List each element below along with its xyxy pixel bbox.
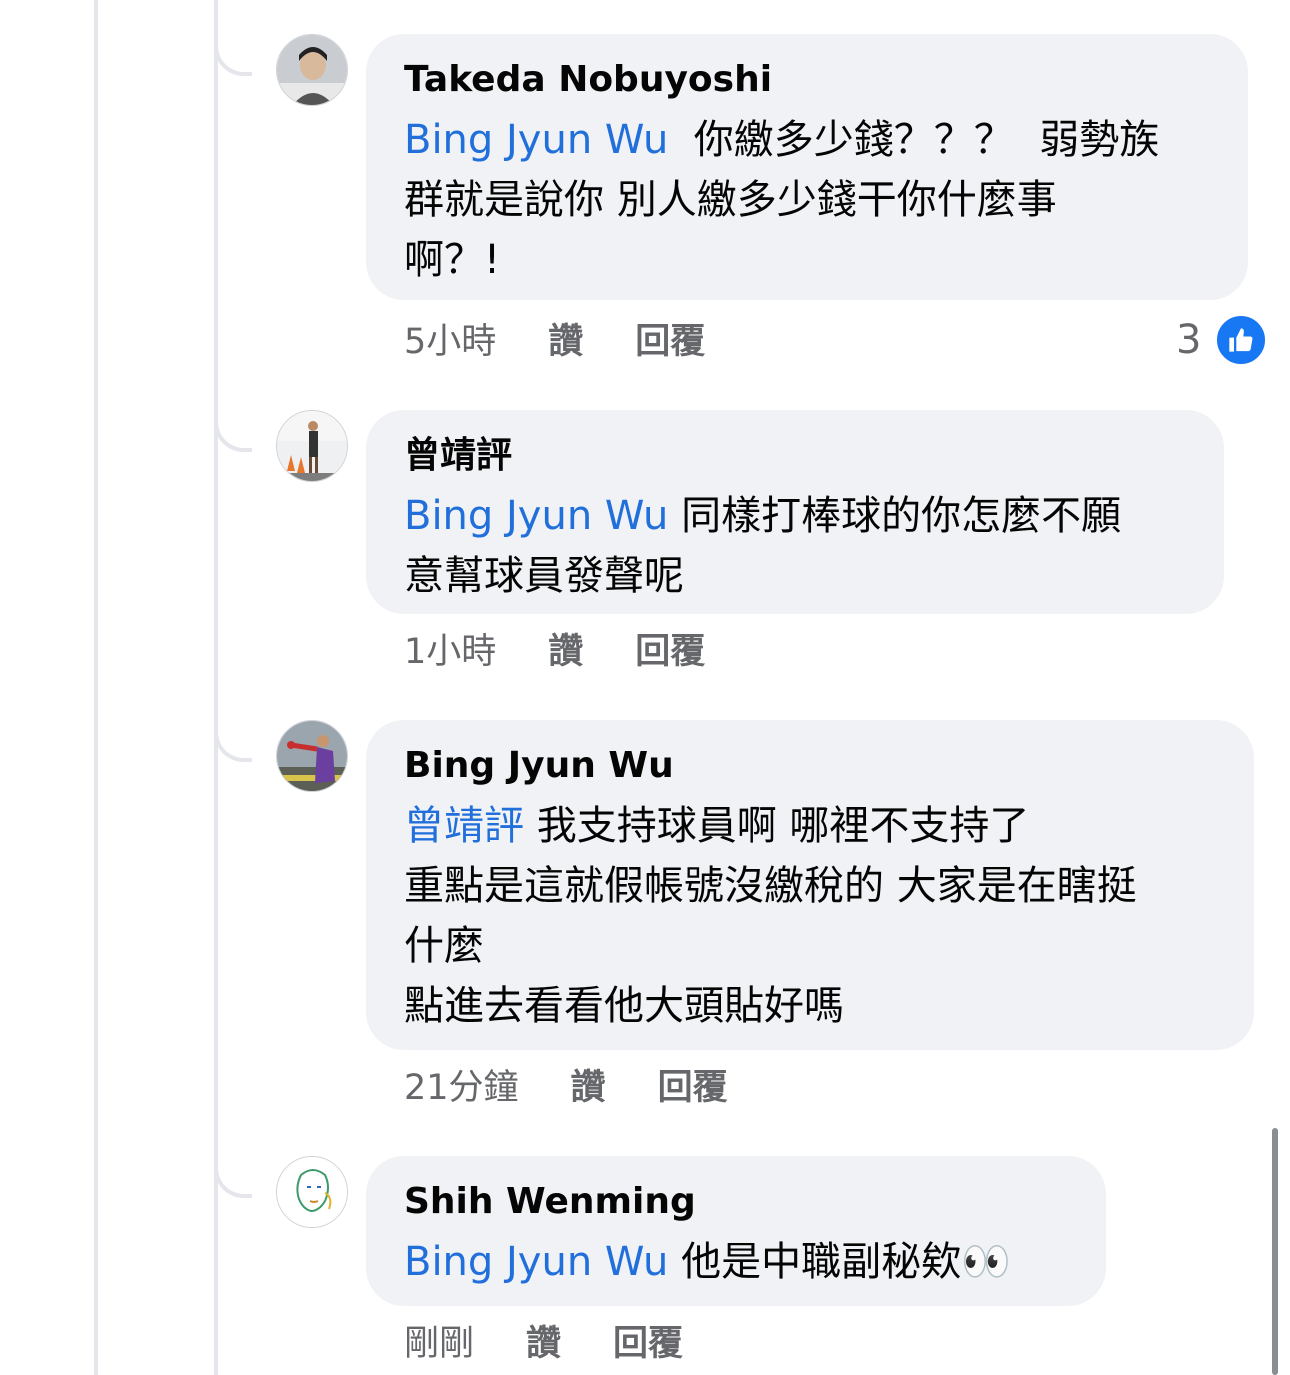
reply-button[interactable]: 回覆 (658, 1066, 728, 1110)
comment-text: Bing Jyun Wu 你繳多少錢？？？ 弱勢族 群就是說你 別人繳多少錢干你… (404, 110, 1210, 290)
mention-link[interactable]: 曾靖評 (404, 803, 524, 849)
comment-bubble: Shih Wenming Bing Jyun Wu 他是中職副秘欸👀 (366, 1156, 1106, 1306)
comment-time[interactable]: 21分鐘 (404, 1066, 519, 1110)
comment-actions: 21分鐘 讚 回覆 (404, 1066, 728, 1110)
reply-button[interactable]: 回覆 (635, 320, 705, 364)
reply-connector (214, 1156, 252, 1198)
reaction-summary[interactable]: 3 (1176, 314, 1268, 366)
comment-bubble: 曾靖評 Bing Jyun Wu 同樣打棒球的你怎麼不願 意幫球員發聲呢 (366, 410, 1224, 614)
reply-connector (214, 720, 252, 762)
thread-line-outer (94, 0, 98, 1375)
reply-connector (214, 410, 252, 452)
reply-connector (214, 34, 252, 76)
avatar[interactable] (276, 720, 348, 792)
mention-link[interactable]: Bing Jyun Wu (404, 1239, 668, 1285)
comment-author[interactable]: 曾靖評 (404, 432, 1186, 480)
avatar[interactable] (276, 410, 348, 482)
comment-actions: 5小時 讚 回覆 (404, 320, 705, 364)
like-button[interactable]: 讚 (548, 320, 583, 364)
avatar[interactable] (276, 1156, 348, 1228)
reply-button[interactable]: 回覆 (635, 630, 705, 674)
comment-actions: 1小時 讚 回覆 (404, 630, 705, 674)
comment-text: Bing Jyun Wu 他是中職副秘欸👀 (404, 1232, 1068, 1292)
comment-bubble: Takeda Nobuyoshi Bing Jyun Wu 你繳多少錢？？？ 弱… (366, 34, 1248, 300)
scrollbar[interactable] (1272, 1128, 1278, 1375)
mention-link[interactable]: Bing Jyun Wu (404, 117, 668, 163)
like-button[interactable]: 讚 (526, 1322, 561, 1366)
comment-time[interactable]: 5小時 (404, 320, 496, 364)
reply-button[interactable]: 回覆 (613, 1322, 683, 1366)
comment-bubble: Bing Jyun Wu 曾靖評 我支持球員啊 哪裡不支持了 重點是這就假帳號沒… (366, 720, 1254, 1050)
like-button[interactable]: 讚 (571, 1066, 606, 1110)
comment-time[interactable]: 1小時 (404, 630, 496, 674)
mention-link[interactable]: Bing Jyun Wu (404, 493, 668, 539)
reaction-count: 3 (1176, 317, 1202, 363)
comment-actions: 剛剛 讚 回覆 (404, 1322, 683, 1366)
comment-author[interactable]: Takeda Nobuyoshi (404, 56, 1210, 104)
comment-text: 曾靖評 我支持球員啊 哪裡不支持了 重點是這就假帳號沒繳稅的 大家是在瞎挺 什麼… (404, 796, 1216, 1036)
avatar[interactable] (276, 34, 348, 106)
comment-author[interactable]: Bing Jyun Wu (404, 742, 1216, 790)
thumbs-up-icon (1215, 314, 1268, 366)
comment-time[interactable]: 剛剛 (404, 1322, 474, 1366)
comment-text: Bing Jyun Wu 同樣打棒球的你怎麼不願 意幫球員發聲呢 (404, 486, 1186, 606)
like-button[interactable]: 讚 (548, 630, 583, 674)
comment-author[interactable]: Shih Wenming (404, 1178, 1068, 1226)
comment-body: 他是中職副秘欸👀 (668, 1239, 1011, 1285)
